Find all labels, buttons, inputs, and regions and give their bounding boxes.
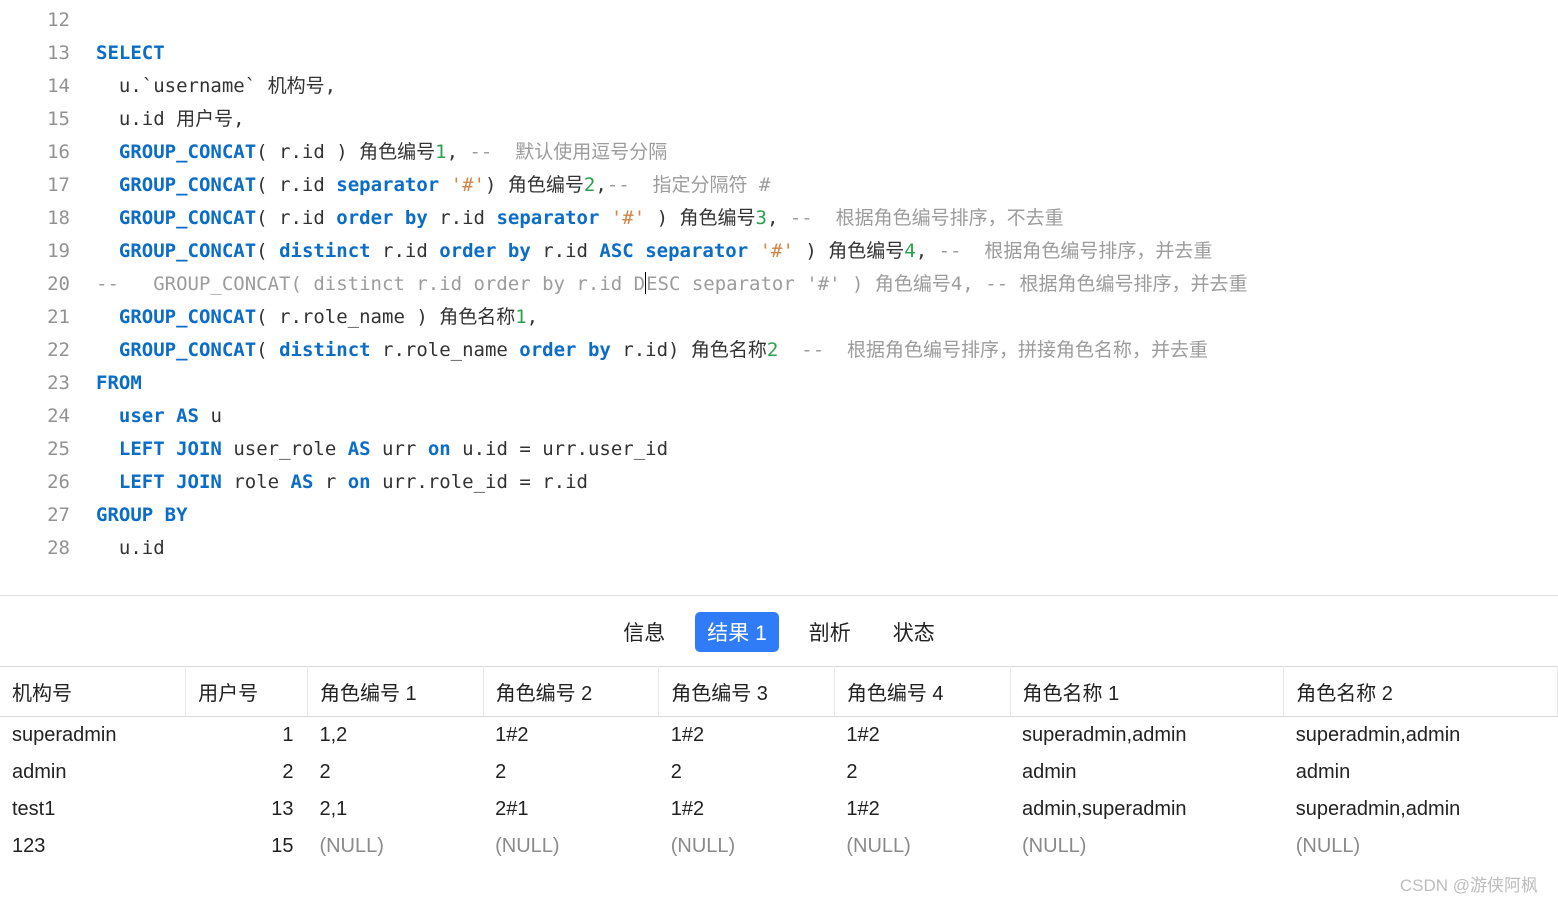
line-number: 15 [0, 103, 96, 136]
code-editor[interactable]: 1213SELECT14 u.`username` 机构号,15 u.id 用户… [0, 0, 1558, 565]
line-number: 26 [0, 466, 96, 499]
line-number: 16 [0, 136, 96, 169]
code-line[interactable]: GROUP BY [96, 499, 188, 532]
table-cell: 1#2 [659, 791, 835, 828]
tab-profile[interactable]: 剖析 [797, 612, 863, 652]
table-cell: (NULL) [659, 828, 835, 865]
column-header[interactable]: 角色编号 2 [483, 667, 659, 717]
table-cell: 15 [186, 828, 308, 865]
table-cell: admin [1010, 754, 1284, 791]
line-number: 17 [0, 169, 96, 202]
table-cell: 1#2 [834, 717, 1010, 755]
code-line[interactable]: user AS u [96, 400, 222, 433]
line-number: 28 [0, 532, 96, 565]
column-header[interactable]: 角色编号 3 [659, 667, 835, 717]
table-cell: (NULL) [1010, 828, 1284, 865]
table-row[interactable]: admin22222adminadmin [0, 754, 1558, 791]
table-cell: superadmin,admin [1010, 717, 1284, 755]
code-line[interactable]: FROM [96, 367, 142, 400]
line-number: 23 [0, 367, 96, 400]
code-line[interactable]: GROUP_CONCAT( r.id ) 角色编号1, -- 默认使用逗号分隔 [96, 136, 667, 169]
table-cell: 2 [307, 754, 483, 791]
table-cell: 2 [834, 754, 1010, 791]
table-row[interactable]: superadmin11,21#21#21#2superadmin,admins… [0, 717, 1558, 755]
result-tab-bar: 信息 结果 1 剖析 状态 [0, 595, 1558, 666]
code-line[interactable]: GROUP_CONCAT( r.id order by r.id separat… [96, 202, 1064, 235]
table-cell: 1 [186, 717, 308, 755]
line-number: 12 [0, 4, 96, 37]
watermark: CSDN @游侠阿枫 [1400, 871, 1538, 896]
table-cell: (NULL) [307, 828, 483, 865]
table-cell: admin,superadmin [1010, 791, 1284, 828]
table-cell: superadmin,admin [1284, 791, 1558, 828]
line-number: 24 [0, 400, 96, 433]
line-number: 13 [0, 37, 96, 70]
code-line[interactable]: u.id 用户号, [96, 103, 245, 136]
code-line[interactable]: u.`username` 机构号, [96, 70, 336, 103]
line-number: 21 [0, 301, 96, 334]
table-row[interactable]: test1132,12#11#21#2admin,superadminsuper… [0, 791, 1558, 828]
table-cell: 1#2 [483, 717, 659, 755]
tab-info[interactable]: 信息 [611, 612, 677, 652]
result-table: 机构号用户号角色编号 1角色编号 2角色编号 3角色编号 4角色名称 1角色名称… [0, 666, 1558, 865]
table-cell: admin [1284, 754, 1558, 791]
table-cell: 1#2 [834, 791, 1010, 828]
code-line[interactable]: GROUP_CONCAT( distinct r.role_name order… [96, 334, 1208, 367]
column-header[interactable]: 用户号 [186, 667, 308, 717]
code-line[interactable]: GROUP_CONCAT( r.role_name ) 角色名称1, [96, 301, 538, 334]
table-cell: 123 [0, 828, 186, 865]
table-cell: 1,2 [307, 717, 483, 755]
tab-result-1[interactable]: 结果 1 [695, 612, 779, 652]
code-line[interactable]: LEFT JOIN user_role AS urr on u.id = urr… [96, 433, 668, 466]
column-header[interactable]: 角色编号 1 [307, 667, 483, 717]
line-number: 22 [0, 334, 96, 367]
table-cell: (NULL) [1284, 828, 1558, 865]
table-cell: (NULL) [834, 828, 1010, 865]
code-line[interactable]: u.id [96, 532, 165, 565]
line-number: 18 [0, 202, 96, 235]
table-cell: superadmin [0, 717, 186, 755]
table-row[interactable]: 12315(NULL)(NULL)(NULL)(NULL)(NULL)(NULL… [0, 828, 1558, 865]
code-line[interactable]: SELECT [96, 37, 165, 70]
table-cell: test1 [0, 791, 186, 828]
line-number: 27 [0, 499, 96, 532]
table-cell: 2,1 [307, 791, 483, 828]
code-line[interactable]: -- GROUP_CONCAT( distinct r.id order by … [96, 268, 1248, 301]
table-cell: superadmin,admin [1284, 717, 1558, 755]
table-cell: 2 [659, 754, 835, 791]
table-cell: (NULL) [483, 828, 659, 865]
table-cell: 13 [186, 791, 308, 828]
table-cell: admin [0, 754, 186, 791]
code-line[interactable]: GROUP_CONCAT( distinct r.id order by r.i… [96, 235, 1212, 268]
column-header[interactable]: 角色名称 1 [1010, 667, 1284, 717]
code-line[interactable]: GROUP_CONCAT( r.id separator '#') 角色编号2,… [96, 169, 770, 202]
table-cell: 2#1 [483, 791, 659, 828]
line-number: 14 [0, 70, 96, 103]
code-line[interactable]: LEFT JOIN role AS r on urr.role_id = r.i… [96, 466, 588, 499]
column-header[interactable]: 角色名称 2 [1284, 667, 1558, 717]
line-number: 19 [0, 235, 96, 268]
line-number: 20 [0, 268, 96, 301]
table-cell: 2 [186, 754, 308, 791]
tab-status[interactable]: 状态 [881, 612, 947, 652]
line-number: 25 [0, 433, 96, 466]
column-header[interactable]: 角色编号 4 [834, 667, 1010, 717]
table-cell: 1#2 [659, 717, 835, 755]
column-header[interactable]: 机构号 [0, 667, 186, 717]
table-cell: 2 [483, 754, 659, 791]
